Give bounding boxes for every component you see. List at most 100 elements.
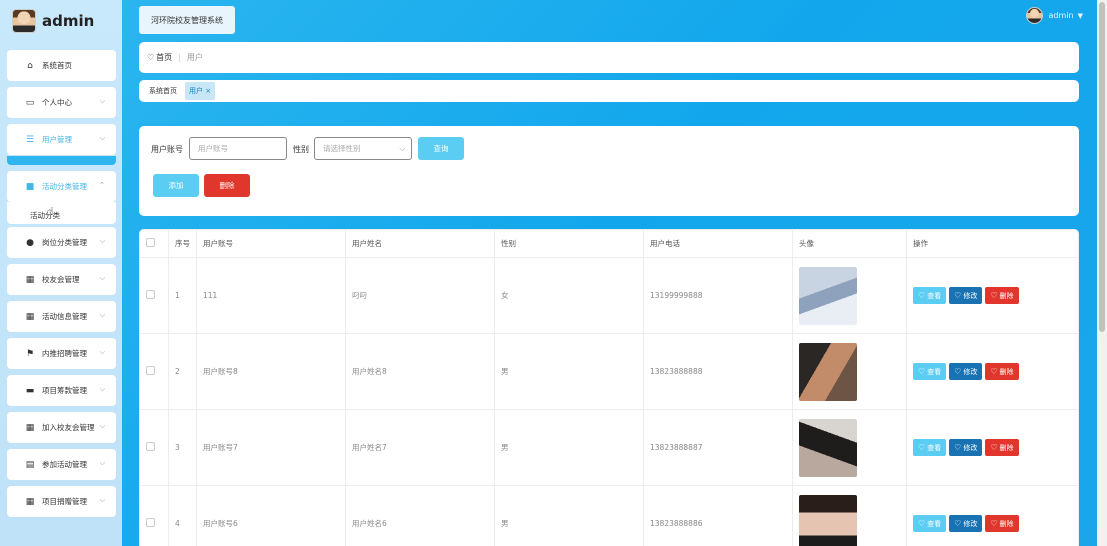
sidebar-item-join-association[interactable]: ▦ 加入校友会管理 ⌵ [7, 412, 116, 443]
sidebar-item-label: 项目筹款管理 [42, 386, 87, 395]
sidebar-item-job-category[interactable]: ● 岗位分类管理 ⌵ [7, 227, 116, 258]
heart-icon: ♡ [954, 367, 962, 376]
view-button[interactable]: ♡ 查看 [913, 287, 947, 304]
checkbox[interactable] [146, 442, 155, 451]
row-account: 用户账号6 [196, 485, 346, 546]
scrollbar-thumb[interactable] [1099, 2, 1105, 332]
tag-users[interactable]: 用户 × [185, 82, 216, 100]
sidebar-item-label: 活动分类管理 [42, 182, 87, 191]
checkbox[interactable] [146, 518, 155, 527]
checkbox[interactable] [146, 290, 155, 299]
sidebar-item-label: 校友会管理 [42, 275, 80, 284]
sidebar-item-label: 岗位分类管理 [42, 238, 87, 247]
row-index: 4 [168, 485, 197, 546]
view-button[interactable]: ♡ 查看 [913, 515, 947, 532]
gender-select[interactable]: 请选择性别 ⌵ [314, 137, 412, 160]
heart-icon: ♡ [918, 291, 926, 300]
brand-name: admin [42, 12, 95, 30]
column-header: 用户电话 [643, 229, 793, 258]
delete-row-button[interactable]: ♡ 删除 [985, 363, 1019, 380]
row-account: 111 [196, 257, 346, 334]
checkbox[interactable] [146, 366, 155, 375]
sidebar-item-home[interactable]: ⌂ 系统首页 [7, 50, 116, 81]
row-name: 用户姓名8 [345, 333, 495, 410]
user-name: admin [1048, 11, 1074, 20]
chevron-down-icon: ⌵ [99, 422, 105, 430]
account-input[interactable]: 用户账号 [189, 137, 287, 160]
submenu-item-activity-category[interactable]: 活动分类 [30, 210, 60, 221]
sliders-icon: ☰ [25, 134, 35, 145]
briefcase-icon: ▬ [25, 385, 35, 396]
view-button[interactable]: ♡ 查看 [913, 363, 947, 380]
breadcrumb-home[interactable]: 首页 [156, 52, 172, 63]
user-table: 序号 用户账号 用户姓名 性别 用户电话 头像 操作 1 111 叼叼 女 13… [139, 229, 1079, 546]
row-phone: 13823888886 [643, 485, 793, 546]
add-button[interactable]: 添加 [153, 174, 199, 197]
edit-button[interactable]: ♡ 修改 [949, 287, 983, 304]
pin-icon: ● [26, 237, 34, 248]
calendar-icon: ▭ [25, 97, 35, 108]
row-index: 1 [168, 257, 197, 334]
row-index: 2 [168, 333, 197, 410]
select-all-cell[interactable] [139, 229, 169, 258]
edit-button[interactable]: ♡ 修改 [949, 515, 983, 532]
sidebar-item-donation[interactable]: ▦ 项目捐赠管理 ⌵ [7, 486, 116, 517]
query-button[interactable]: 查询 [418, 137, 464, 160]
delete-button[interactable]: 删除 [204, 174, 250, 197]
active-indicator [7, 156, 116, 165]
search-panel: 用户账号 用户账号 性别 请选择性别 ⌵ 查询 添加 删除 [139, 126, 1079, 216]
heart-icon: ♡ [954, 443, 962, 452]
row-phone: 13199999888 [643, 257, 793, 334]
sidebar-item-activity-info[interactable]: ▦ 活动信息管理 ⌵ [7, 301, 116, 332]
sidebar-item-label: 用户管理 [42, 135, 72, 144]
breadcrumb: ♡ 首页 | 用户 [139, 42, 1079, 73]
column-header: 序号 [168, 229, 197, 258]
table-row: 4 用户账号6 用户姓名6 男 13823888886 ♡ 查看 ♡ 修改 ♡ 删除 [139, 485, 1079, 546]
delete-row-button[interactable]: ♡ 删除 [985, 287, 1019, 304]
home-icon: ⌂ [27, 60, 33, 71]
row-account: 用户账号8 [196, 333, 346, 410]
row-gender: 男 [494, 485, 644, 546]
user-menu[interactable]: admin ▼ [1025, 7, 1083, 24]
sidebar-item-label: 参加活动管理 [42, 460, 87, 469]
heart-icon: ♡ [918, 367, 926, 376]
sidebar-item-label: 活动信息管理 [42, 312, 87, 321]
delete-row-button[interactable]: ♡ 删除 [985, 439, 1019, 456]
checkbox[interactable] [146, 238, 155, 247]
row-gender: 男 [494, 409, 644, 486]
view-button[interactable]: ♡ 查看 [913, 439, 947, 456]
flag-icon: ⚑ [25, 348, 35, 359]
row-gender: 男 [494, 333, 644, 410]
close-icon[interactable]: × [205, 87, 211, 95]
column-header: 用户姓名 [345, 229, 495, 258]
sidebar-item-users[interactable]: ☰ 用户管理 ⌵ [7, 124, 116, 155]
user-photo [799, 266, 857, 325]
chevron-down-icon: ⌵ [99, 134, 105, 142]
sidebar-item-join-activity[interactable]: ▤ 参加活动管理 ⌵ [7, 449, 116, 480]
grid-icon: ▦ [25, 422, 35, 433]
edit-button[interactable]: ♡ 修改 [949, 439, 983, 456]
sidebar-item-profile[interactable]: ▭ 个人中心 ⌵ [7, 87, 116, 118]
row-name: 用户姓名7 [345, 409, 495, 486]
chevron-down-icon: ⌵ [99, 459, 105, 467]
sidebar-item-fundraising[interactable]: ▬ 项目筹款管理 ⌵ [7, 375, 116, 406]
sidebar-item-label: 项目捐赠管理 [42, 497, 87, 506]
heart-icon: ♡ [990, 367, 998, 376]
gender-label: 性别 [293, 145, 309, 154]
row-name: 叼叼 [345, 257, 495, 334]
table-row: 2 用户账号8 用户姓名8 男 13823888888 ♡ 查看 ♡ 修改 ♡ 删除 [139, 333, 1079, 410]
sidebar-item-alumni-association[interactable]: ▦ 校友会管理 ⌵ [7, 264, 116, 295]
row-phone: 13823888888 [643, 333, 793, 410]
grid-icon: ▦ [25, 496, 35, 507]
delete-row-button[interactable]: ♡ 删除 [985, 515, 1019, 532]
table-header-row: 序号 用户账号 用户姓名 性别 用户电话 头像 操作 [139, 229, 1079, 258]
table-row: 1 111 叼叼 女 13199999888 ♡ 查看 ♡ 修改 ♡ 删除 [139, 257, 1079, 334]
page-scrollbar[interactable] [1097, 0, 1107, 546]
sidebar-item-label: 个人中心 [42, 98, 72, 107]
row-account: 用户账号7 [196, 409, 346, 486]
submenu-panel [7, 202, 116, 224]
edit-button[interactable]: ♡ 修改 [949, 363, 983, 380]
tag-home[interactable]: 系统首页 [149, 86, 177, 96]
sidebar-item-referral[interactable]: ⚑ 内推招聘管理 ⌵ [7, 338, 116, 369]
sidebar-item-activity-category[interactable]: ■ 活动分类管理 ⌃ [7, 171, 116, 202]
